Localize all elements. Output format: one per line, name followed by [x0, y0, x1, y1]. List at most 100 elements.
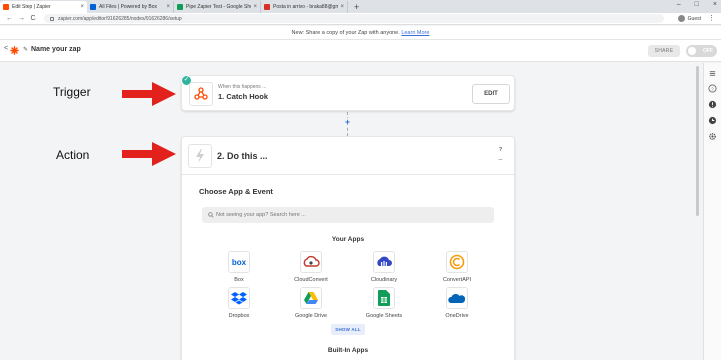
profile-label: Guest	[687, 15, 701, 22]
tab-gmail[interactable]: Posta in arrivo - braka88@gmai... ×	[261, 1, 348, 13]
sheets-favicon-icon	[177, 4, 183, 10]
app-name: OneDrive	[445, 313, 469, 319]
reload-button[interactable]: C	[30, 15, 36, 22]
zapier-logo-icon	[10, 46, 19, 55]
your-apps-heading: Your Apps	[331, 236, 365, 243]
app-name: Box	[234, 277, 244, 283]
app-convertapi[interactable]: ConvertAPI	[422, 251, 492, 283]
notice-text: New: Share a copy of your Zap with anyon…	[291, 30, 402, 36]
app-cloudinary[interactable]: Cloudinary	[349, 251, 419, 283]
zap-on-off-toggle[interactable]: OFF	[686, 45, 717, 57]
tab-title: Pipe Zapier Test - Google Sheets	[186, 4, 251, 10]
app-box[interactable]: box Box	[204, 251, 274, 283]
minimize-button[interactable]: –	[677, 1, 681, 8]
avatar-icon	[677, 15, 685, 22]
help-icon[interactable]: ?	[499, 147, 502, 153]
pencil-icon[interactable]: ✎	[23, 46, 28, 53]
more-options-icon[interactable]: ...	[498, 155, 503, 162]
action-header: 2. Do this ... ? ...	[182, 137, 514, 175]
tab-box-files[interactable]: All Files | Powered by Box ×	[87, 1, 174, 13]
gmail-favicon-icon	[264, 4, 270, 10]
action-title: 2. Do this ...	[217, 151, 268, 161]
action-step-card: 2. Do this ... ? ... Choose App & Event …	[181, 136, 515, 360]
zapier-favicon-icon	[3, 4, 9, 10]
address-bar: ← → C zapier.com/app/editor/91626285/nod…	[0, 13, 721, 25]
close-window-button[interactable]: ×	[713, 1, 717, 8]
tab-google-sheets[interactable]: Pipe Zapier Test - Google Sheets ×	[174, 1, 261, 13]
red-arrow-icon	[122, 142, 176, 166]
back-nav-button[interactable]: ←	[6, 15, 13, 22]
url-field[interactable]: zapier.com/app/editor/91626285/nodes/916…	[44, 14, 664, 23]
lock-icon	[50, 16, 54, 21]
app-name: ConvertAPI	[442, 277, 472, 283]
close-tab-icon[interactable]: ×	[166, 4, 170, 10]
app-google-sheets[interactable]: Google Sheets	[349, 287, 419, 319]
lightning-bolt-icon	[188, 144, 212, 168]
alert-icon[interactable]	[708, 100, 717, 109]
share-button[interactable]: SHARE	[648, 45, 680, 57]
built-in-apps-heading: Built-In Apps	[327, 347, 369, 354]
tab-title: All Files | Powered by Box	[99, 4, 157, 10]
convertapi-icon	[446, 251, 468, 273]
close-tab-icon[interactable]: ×	[340, 4, 344, 10]
app-name: Dropbox	[228, 313, 250, 319]
toggle-knob	[688, 47, 696, 55]
zap-name[interactable]: Name your zap	[31, 46, 81, 53]
dropbox-icon	[228, 287, 250, 309]
tab-title: Edit Step | Zapier	[12, 4, 51, 10]
help-circle-icon[interactable]: ?	[708, 84, 717, 93]
settings-gear-icon[interactable]	[708, 132, 717, 141]
search-icon	[208, 212, 214, 218]
app-google-drive[interactable]: Google Drive	[276, 287, 346, 319]
learn-more-link[interactable]: Learn More	[401, 30, 429, 36]
add-step-button[interactable]: +	[343, 118, 352, 127]
profile-button[interactable]: Guest	[677, 15, 701, 22]
url-text: zapier.com/app/editor/91626285/nodes/916…	[58, 15, 182, 22]
right-sidebar: ?	[703, 63, 721, 360]
trigger-title: 1. Catch Hook	[218, 92, 269, 101]
outline-icon[interactable]	[708, 69, 717, 78]
onedrive-icon	[446, 287, 468, 309]
trigger-annotation: Trigger	[53, 85, 91, 99]
webhook-icon	[189, 82, 213, 106]
cloudconvert-icon	[300, 251, 322, 273]
history-clock-icon[interactable]	[708, 116, 717, 125]
google-sheets-icon	[373, 287, 395, 309]
scrollbar-thumb[interactable]	[696, 66, 699, 216]
zap-header: < ✎ Name your zap SHARE OFF	[0, 40, 721, 62]
forward-nav-button[interactable]: →	[18, 15, 25, 22]
show-all-button[interactable]: SHOW ALL	[331, 324, 365, 335]
app-cloudconvert[interactable]: CloudConvert	[276, 251, 346, 283]
window-controls: – □ ×	[677, 1, 717, 8]
svg-text:?: ?	[711, 86, 714, 91]
cloudinary-icon	[373, 251, 395, 273]
app-name: Google Drive	[294, 313, 328, 319]
maximize-button[interactable]: □	[695, 1, 699, 8]
close-tab-icon[interactable]: ×	[253, 4, 257, 10]
browser-tab-bar: Edit Step | Zapier × All Files | Powered…	[0, 0, 721, 13]
app-name: CloudConvert	[294, 277, 328, 283]
browser-menu-icon[interactable]: ⋮	[708, 14, 715, 22]
app-dropbox[interactable]: Dropbox	[204, 287, 274, 319]
google-drive-icon	[300, 287, 322, 309]
notice-banner: New: Share a copy of your Zap with anyon…	[0, 26, 721, 40]
box-favicon-icon	[90, 4, 96, 10]
edit-button[interactable]: EDIT	[472, 84, 510, 104]
action-annotation: Action	[56, 148, 90, 162]
app-onedrive[interactable]: OneDrive	[422, 287, 492, 319]
box-icon: box	[228, 251, 250, 273]
svg-text:box: box	[232, 258, 247, 267]
red-arrow-icon	[122, 82, 176, 106]
trigger-subtitle: When this happens ...	[218, 84, 267, 90]
new-tab-button[interactable]: +	[354, 1, 359, 13]
close-tab-icon[interactable]: ×	[80, 4, 84, 10]
trigger-step-card[interactable]: ✓ When this happens ... 1. Catch Hook ED…	[181, 75, 515, 111]
tab-title: Posta in arrivo - braka88@gmai...	[273, 4, 339, 10]
back-button[interactable]: <	[4, 45, 8, 52]
app-search-input[interactable]	[202, 207, 494, 223]
app-name: Cloudinary	[370, 277, 398, 283]
toggle-label: OFF	[703, 48, 713, 54]
tab-edit-step[interactable]: Edit Step | Zapier ×	[0, 1, 87, 13]
app-name: Google Sheets	[365, 313, 403, 319]
choose-app-heading: Choose App & Event	[199, 187, 273, 196]
